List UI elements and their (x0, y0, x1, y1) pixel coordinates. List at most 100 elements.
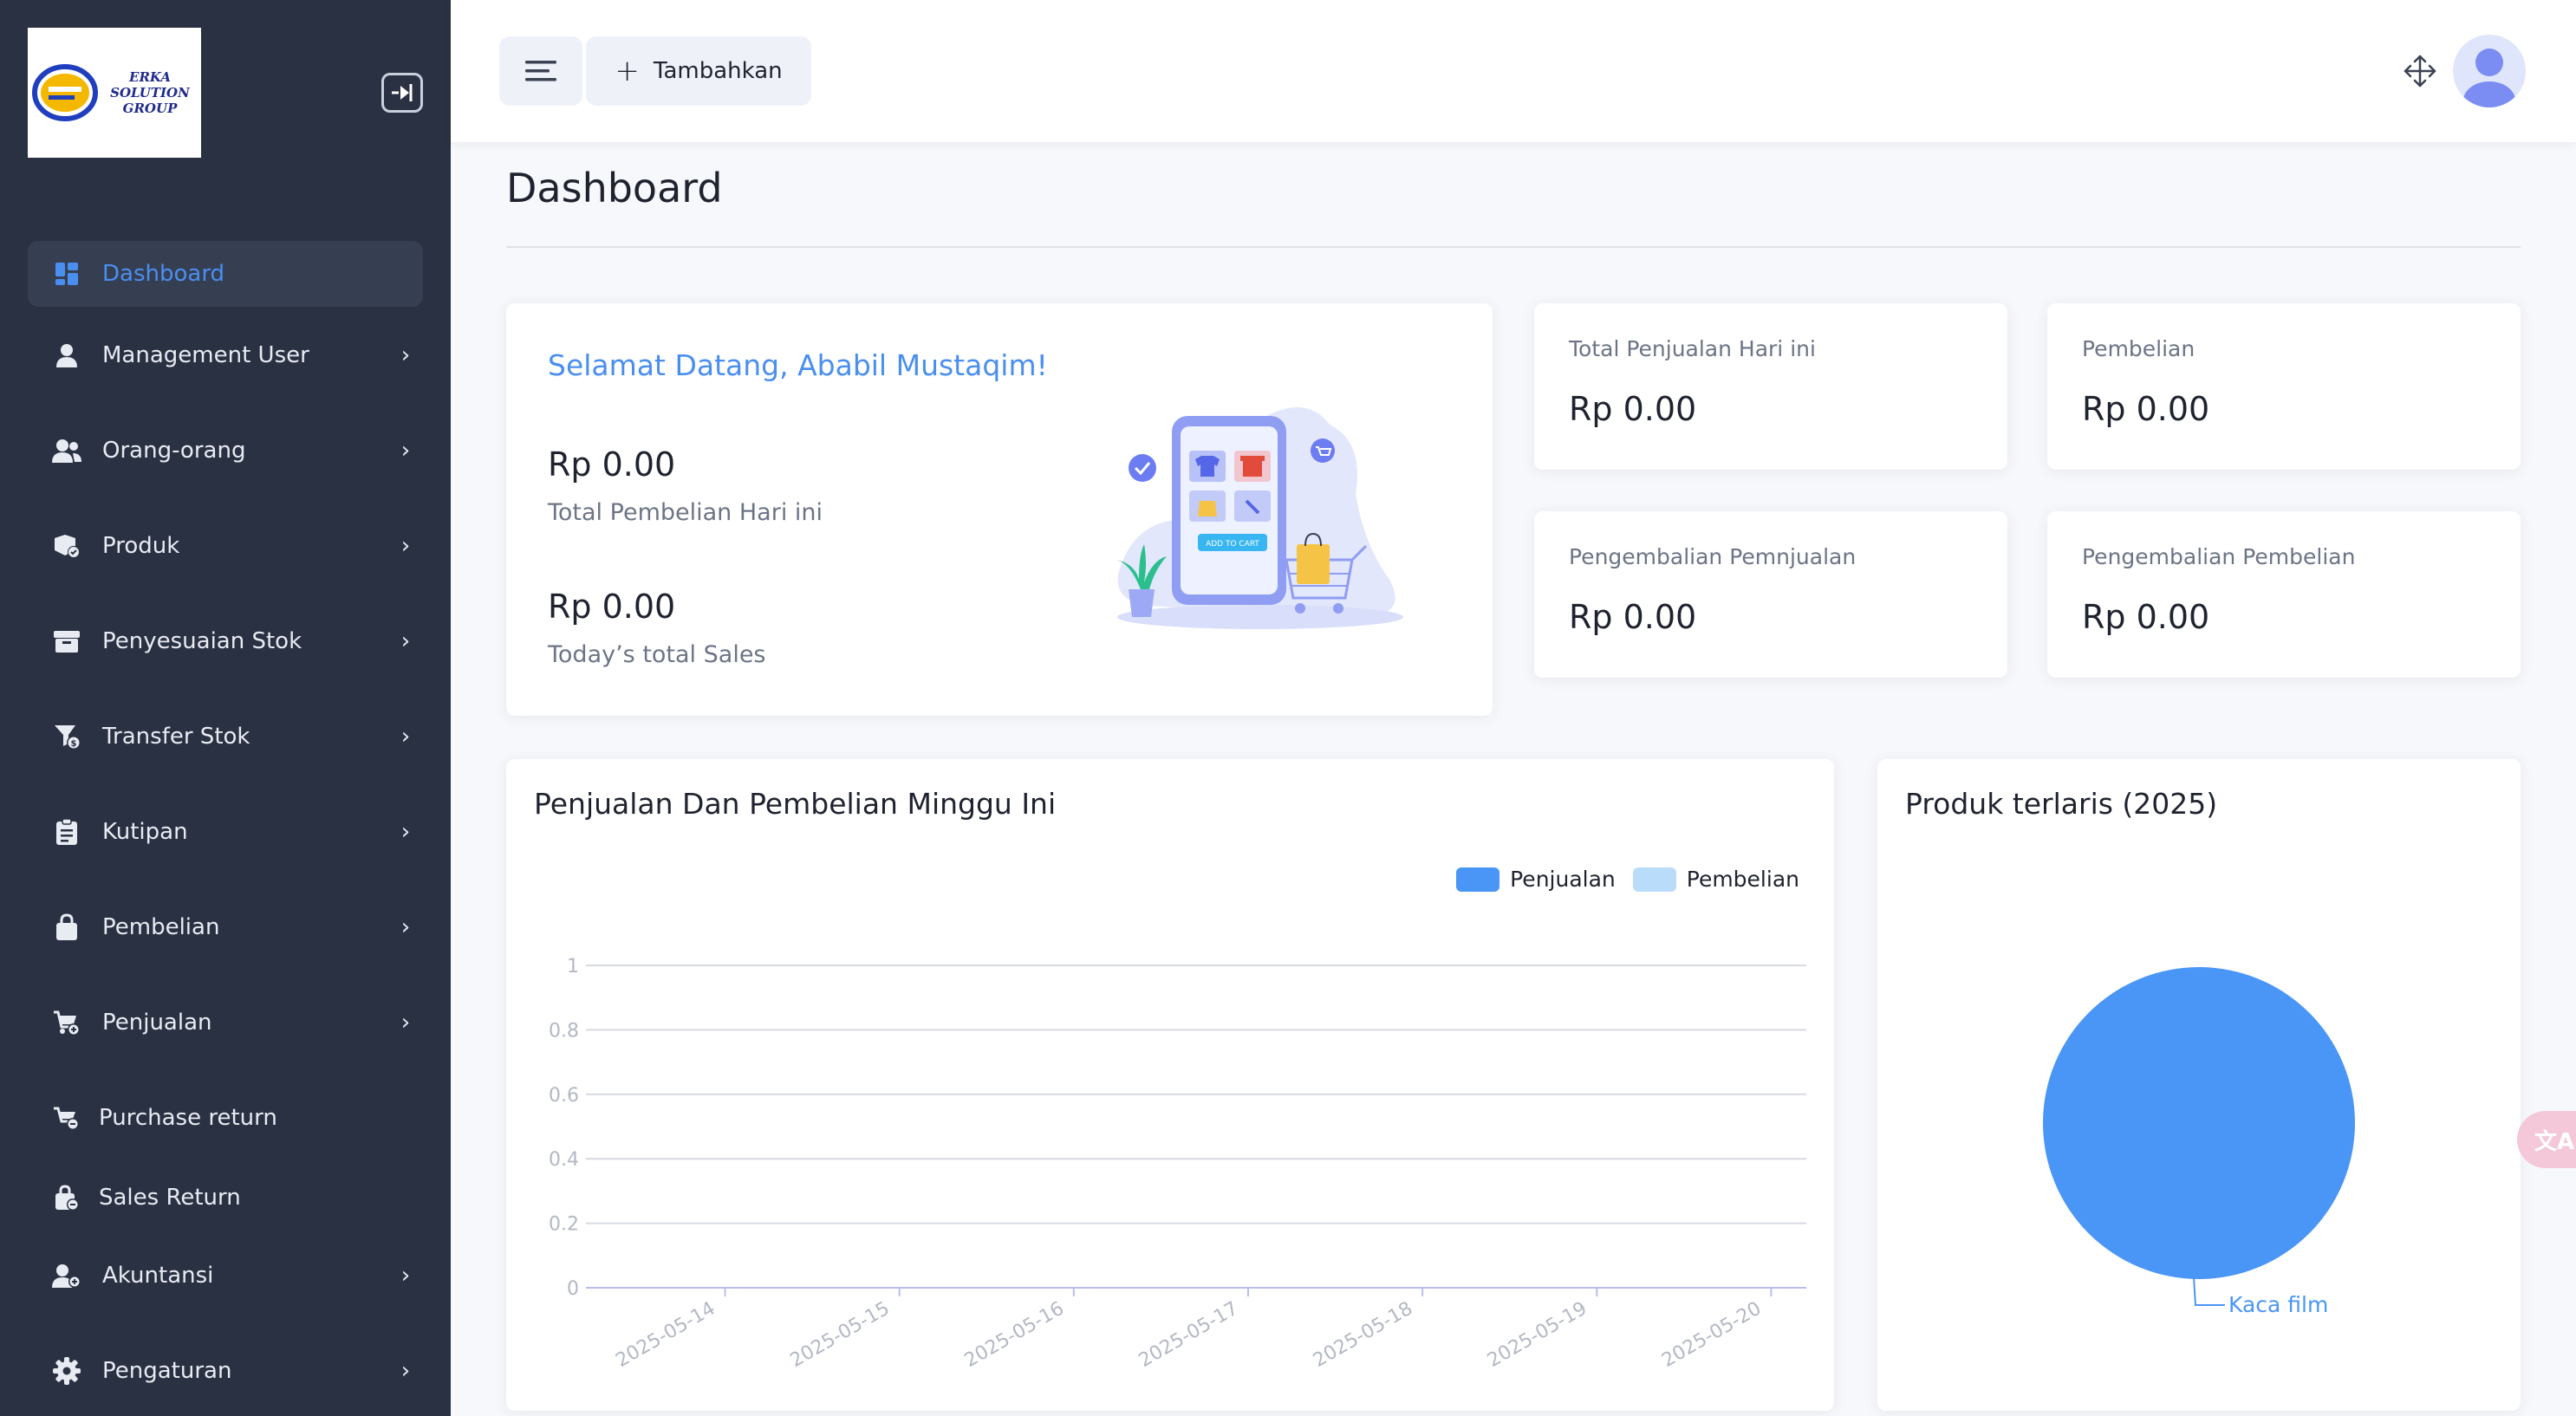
sidebar-item-penjualan[interactable]: Penjualan › (28, 990, 423, 1056)
x-tick-label: 2025-05-19 (1484, 1298, 1590, 1373)
pie-slice-label: Kaca film (2228, 1292, 2328, 1317)
logo-emblem-icon (32, 64, 98, 121)
x-tick-label: 2025-05-14 (612, 1298, 719, 1373)
pie-slice[interactable] (2043, 967, 2355, 1279)
fullscreen-move-icon[interactable] (2403, 54, 2437, 88)
chevron-right-icon: › (400, 1010, 411, 1036)
translate-icon: 文A (2534, 1128, 2575, 1155)
purchase-today-label: Total Pembelian Hari ini (548, 499, 823, 526)
top-products-pie-card: Produk terlaris (2025) Kaca film (1877, 759, 2521, 1411)
x-tick-label: 2025-05-20 (1658, 1298, 1765, 1373)
sidebar-item-label: Purchase return (99, 1105, 277, 1131)
sidebar-item-produk[interactable]: Produk › (28, 513, 423, 579)
stat-card-sales-returns: Pengembalian Pemnjualan Rp 0.00 (1534, 511, 2007, 678)
accounting-icon (52, 1261, 81, 1290)
x-tick-label: 2025-05-15 (786, 1298, 893, 1373)
user-icon (52, 341, 81, 370)
stat-card-purchase-returns: Pengembalian Pembelian Rp 0.00 (2047, 511, 2521, 678)
y-tick-label: 1 (567, 956, 579, 978)
user-avatar[interactable] (2453, 35, 2526, 107)
sidebar-item-transfer-stok[interactable]: $ Transfer Stok › (28, 704, 423, 770)
x-tick-label: 2025-05-17 (1135, 1298, 1242, 1373)
page-title: Dashboard (506, 165, 723, 211)
sales-cart-icon (52, 1008, 81, 1037)
sidebar-item-label: Penjualan (102, 1010, 212, 1036)
stat-label: Pembelian (2082, 336, 2195, 361)
transfer-icon: $ (52, 722, 81, 751)
plus-icon: + (615, 54, 640, 88)
chevron-right-icon: › (400, 819, 411, 845)
title-divider (506, 246, 2521, 248)
stat-label: Pengembalian Pemnjualan (1569, 544, 1857, 569)
chevron-right-icon: › (400, 724, 411, 750)
shopping-illustration: ADD TO CART (1116, 407, 1403, 629)
company-logo[interactable]: ERKA SOLUTION GROUP (28, 28, 201, 158)
welcome-title: Selamat Datang, Ababil Mustaqim! (548, 348, 1048, 382)
sidebar-item-label: Orang-orang (102, 438, 246, 464)
sidebar-item-label: Pembelian (102, 914, 220, 940)
sidebar-item-akuntansi[interactable]: Akuntansi › (28, 1243, 423, 1309)
top-bar: + Tambahkan (451, 0, 2576, 142)
settings-gear-icon (52, 1356, 81, 1386)
sidebar-item-label: Sales Return (99, 1185, 241, 1211)
stock-adjust-icon (52, 627, 81, 656)
svg-text:ADD TO CART: ADD TO CART (1206, 540, 1259, 549)
purchase-return-icon (52, 1103, 81, 1133)
sidebar-item-kutipan[interactable]: Kutipan › (28, 799, 423, 865)
chevron-right-icon: › (400, 342, 411, 368)
top-products-pie-chart: Kaca film (2043, 967, 2355, 1317)
y-tick-label: 0.6 (549, 1085, 579, 1107)
user-avatar-icon (2463, 49, 2515, 107)
quotation-icon (52, 817, 81, 847)
sidebar-item-purchase-return[interactable]: Purchase return (28, 1085, 423, 1151)
stat-value: Rp 0.00 (2082, 390, 2210, 428)
x-tick-label: 2025-05-18 (1310, 1298, 1416, 1373)
chevron-right-icon: › (400, 914, 411, 940)
y-tick-label: 0.4 (549, 1149, 579, 1171)
stat-value: Rp 0.00 (1569, 598, 1697, 636)
dashboard-icon (52, 259, 81, 289)
pie-label-leader (2193, 1276, 2225, 1306)
translate-widget-button[interactable]: 文A (2517, 1111, 2576, 1168)
add-new-button[interactable]: + Tambahkan (586, 36, 811, 106)
sidebar: ERKA SOLUTION GROUP Dashboard Management… (0, 0, 451, 1416)
sidebar-item-orang-orang[interactable]: Orang-orang › (28, 418, 423, 484)
sidebar-item-label: Kutipan (102, 819, 188, 845)
sidebar-item-pembelian[interactable]: Pembelian › (28, 894, 423, 960)
welcome-card: Selamat Datang, Ababil Mustaqim! Rp 0.00… (506, 303, 1493, 716)
sidebar-item-sales-return[interactable]: Sales Return (28, 1165, 423, 1231)
sidebar-item-pengaturan[interactable]: Pengaturan › (28, 1338, 423, 1404)
weekly-bar-chart: 0 0.2 0.4 0.6 0.8 1 2025-05-14 2025-05-15 2025-0… (549, 956, 1806, 1373)
svg-text:$: $ (71, 739, 77, 749)
stat-value: Rp 0.00 (2082, 598, 2210, 636)
chevron-right-icon: › (400, 1358, 411, 1384)
sidebar-collapse-button[interactable] (381, 73, 423, 113)
logo-text: ERKA SOLUTION GROUP (110, 69, 190, 116)
stat-value: Rp 0.00 (1569, 390, 1697, 428)
hamburger-menu-icon (525, 61, 556, 81)
sales-return-icon (52, 1183, 81, 1212)
sidebar-item-dashboard[interactable]: Dashboard (28, 241, 423, 307)
y-tick-label: 0 (567, 1278, 579, 1300)
exit-arrow-icon (392, 84, 413, 101)
y-tick-label: 0.2 (549, 1214, 579, 1236)
menu-toggle-button[interactable] (499, 36, 582, 106)
x-tick-label: 2025-05-16 (961, 1298, 1068, 1373)
sidebar-item-label: Penyesuaian Stok (102, 628, 302, 654)
sidebar-item-label: Pengaturan (102, 1358, 232, 1384)
chevron-right-icon: › (400, 628, 411, 654)
purchase-today-amount: Rp 0.00 (548, 445, 676, 484)
chevron-right-icon: › (400, 1263, 411, 1289)
stat-card-purchases: Pembelian Rp 0.00 (2047, 303, 2521, 470)
stat-card-total-sales-today: Total Penjualan Hari ini Rp 0.00 (1534, 303, 2007, 470)
add-new-label: Tambahkan (653, 58, 783, 84)
chevron-right-icon: › (400, 533, 411, 559)
sidebar-item-penyesuaian-stok[interactable]: Penyesuaian Stok › (28, 608, 423, 674)
weekly-sales-purchases-chart-card: Penjualan Dan Pembelian Minggu Ini Penju… (506, 759, 1834, 1411)
sidebar-item-label: Akuntansi (102, 1263, 214, 1289)
stat-label: Pengembalian Pembelian (2082, 544, 2356, 569)
sales-today-amount: Rp 0.00 (548, 588, 676, 626)
chevron-right-icon: › (400, 438, 411, 464)
sidebar-item-label: Dashboard (102, 261, 225, 287)
sidebar-item-management-user[interactable]: Management User › (28, 322, 423, 388)
